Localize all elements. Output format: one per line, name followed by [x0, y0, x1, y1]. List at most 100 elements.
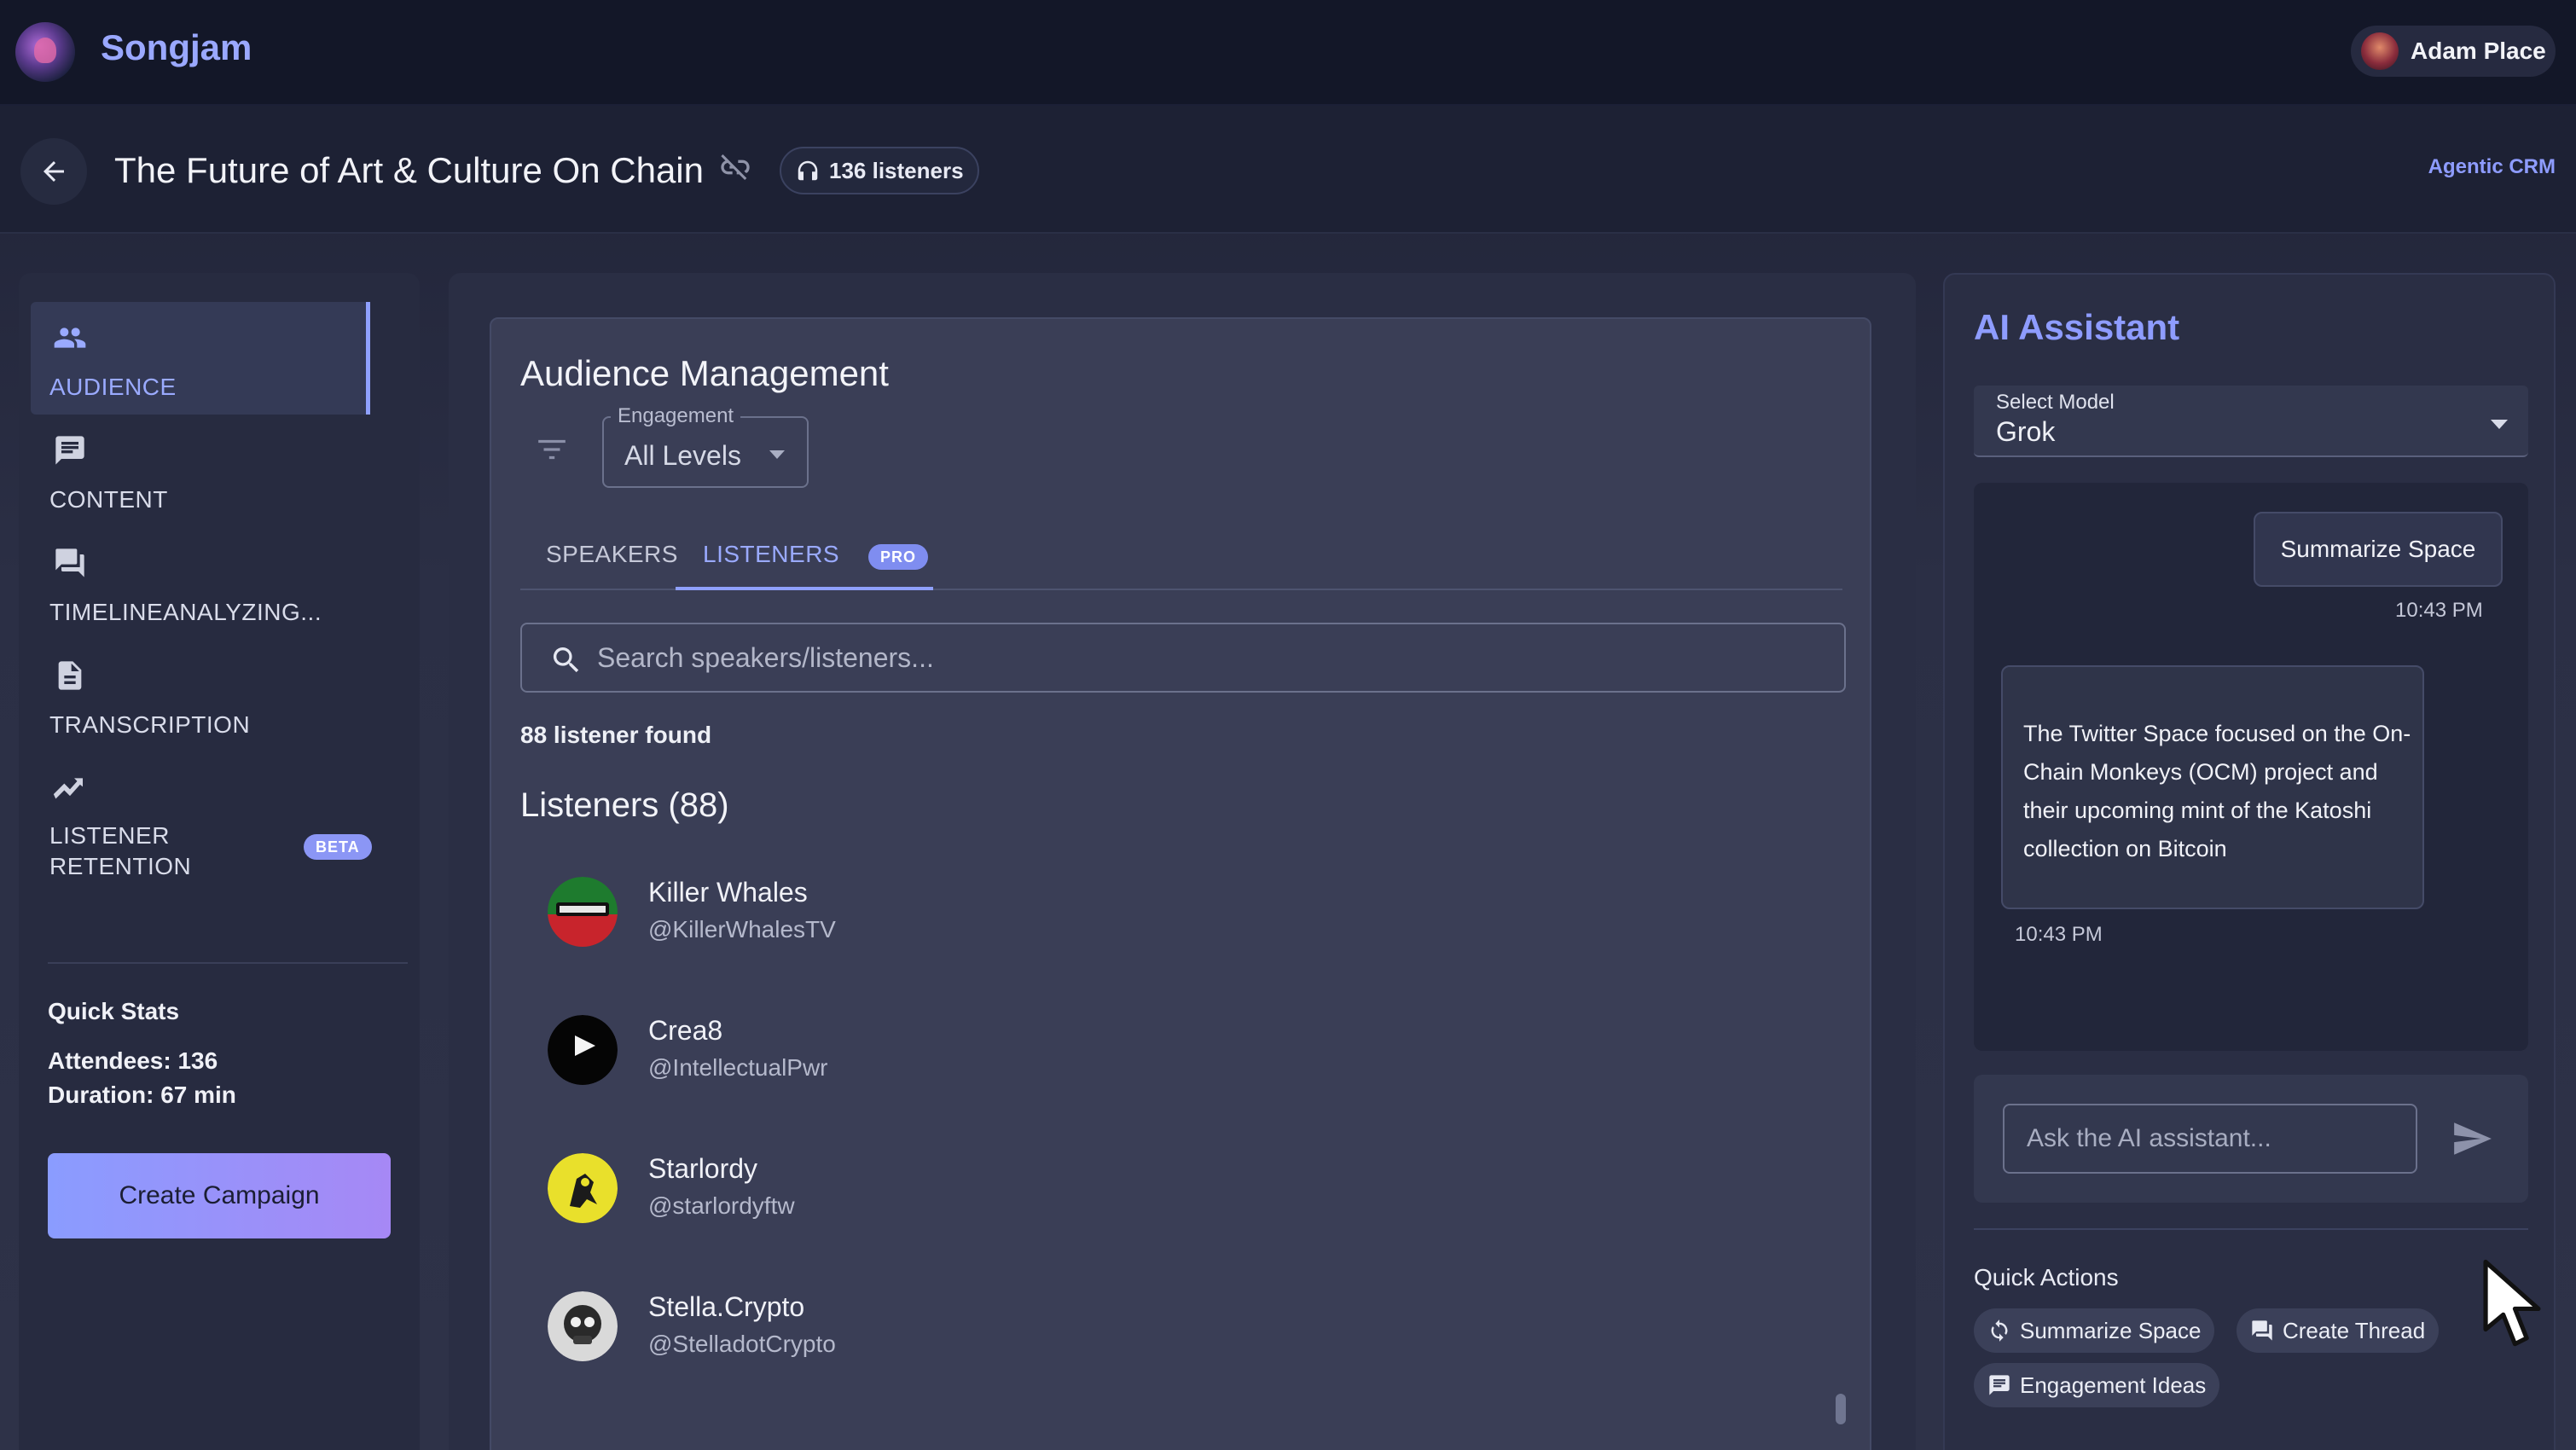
- mouse-cursor-icon: [2483, 1259, 2541, 1347]
- sidebar-item-label: TRANSCRIPTION: [49, 711, 251, 738]
- message-timestamp: 10:43 PM: [2395, 599, 2483, 622]
- ai-assistant-panel: AI Assistant Select Model Grok Summarize…: [1943, 273, 2556, 1450]
- quick-actions-title: Quick Actions: [1974, 1264, 2119, 1290]
- list-item[interactable]: Stella.Crypto @StelladotCrypto: [520, 1276, 1800, 1404]
- chevron-down-icon: [2491, 420, 2508, 429]
- filter-icon[interactable]: [536, 437, 568, 462]
- user-message: Summarize Space: [2254, 512, 2503, 587]
- engagement-value: All Levels: [624, 440, 741, 471]
- quick-action-create-thread-button[interactable]: Create Thread: [2237, 1308, 2440, 1353]
- quick-action-label: Engagement Ideas: [2020, 1372, 2207, 1398]
- top-bar: Songjam Adam Place: [0, 0, 2576, 106]
- list-item[interactable]: Starlordy @starlordyftw: [520, 1138, 1800, 1266]
- listeners-heading: Listeners (88): [520, 786, 729, 824]
- listener-name: Starlordy: [648, 1153, 758, 1184]
- songjam-logo-icon[interactable]: [15, 22, 75, 82]
- arrow-left-icon: [44, 161, 64, 182]
- avatar: [548, 1291, 618, 1361]
- sidebar-item-audience[interactable]: AUDIENCE: [31, 302, 370, 415]
- beta-badge: BETA: [304, 834, 372, 860]
- quick-stats-title: Quick Stats: [48, 998, 180, 1024]
- model-select-label: Select Model: [1996, 391, 2115, 414]
- app-name[interactable]: Songjam: [101, 27, 252, 68]
- listeners-count: 136 listeners: [829, 157, 964, 183]
- search-icon: [553, 647, 579, 673]
- search-field[interactable]: [520, 623, 1846, 693]
- user-menu[interactable]: Adam Place: [2351, 26, 2556, 77]
- listener-handle: @StelladotCrypto: [648, 1331, 836, 1357]
- search-input[interactable]: [597, 636, 1808, 679]
- comment-icon: [1989, 1375, 2010, 1395]
- page-header: The Future of Art & Culture On Chain 136…: [0, 106, 2576, 234]
- chat-input-area: [1974, 1075, 2528, 1203]
- link-off-icon[interactable]: [718, 150, 752, 184]
- listener-name: Killer Whales: [648, 877, 808, 908]
- thread-icon: [2252, 1320, 2272, 1341]
- sidebar-item-label: TIMELINEANALYZING...: [49, 599, 322, 625]
- active-tab-indicator: [676, 587, 933, 590]
- duration-stat: Duration: 67 min: [48, 1082, 236, 1108]
- starlordy-avatar-icon: [548, 1153, 618, 1223]
- sidebar: AUDIENCE CONTENT TIMELINEANALYZING... TR…: [19, 273, 420, 1450]
- ask-ai-input[interactable]: [2003, 1104, 2417, 1174]
- label-line2: RETENTION: [49, 853, 192, 879]
- label-line1: LISTENER: [49, 822, 170, 849]
- listener-handle: @KillerWhalesTV: [648, 916, 836, 942]
- sidebar-item-label: CONTENT: [49, 486, 168, 513]
- list-item[interactable]: Crea8 @IntellectualPwr: [520, 1000, 1800, 1128]
- back-button[interactable]: [20, 138, 87, 205]
- assistant-message-text: The Twitter Space focused on the On-Chai…: [2023, 721, 2411, 861]
- engagement-label: Engagement: [611, 404, 741, 428]
- listener-handle: @IntellectualPwr: [648, 1054, 828, 1081]
- listener-scrollbar[interactable]: [1834, 865, 1848, 1450]
- quick-action-engagement-ideas-button[interactable]: Engagement Ideas: [1974, 1363, 2220, 1407]
- listener-list: Killer Whales @KillerWhalesTV Crea8 @Int…: [520, 861, 1834, 1450]
- listener-name: Stella.Crypto: [648, 1291, 805, 1322]
- sidebar-item-label: LISTENER RETENTION: [49, 821, 191, 882]
- results-count: 88 listener found: [520, 722, 712, 748]
- refresh-icon: [1991, 1320, 2008, 1342]
- list-item[interactable]: Killer Whales @KillerWhalesTV: [520, 861, 1800, 989]
- engagement-select[interactable]: Engagement All Levels: [602, 404, 809, 488]
- headphones-icon: [798, 160, 818, 181]
- killer-whales-avatar-icon: [548, 877, 618, 947]
- quick-action-summarize-button[interactable]: Summarize Space: [1974, 1308, 2215, 1353]
- space-title: The Future of Art & Culture On Chain: [114, 150, 704, 190]
- user-avatar: [2361, 32, 2399, 70]
- document-icon: [58, 661, 82, 690]
- play-icon: [548, 1015, 618, 1085]
- create-campaign-button[interactable]: Create Campaign: [48, 1153, 391, 1238]
- model-select[interactable]: Select Model Grok: [1974, 386, 2528, 457]
- ai-assistant-title: AI Assistant: [1974, 307, 2180, 347]
- audience-title: Audience Management: [520, 353, 889, 393]
- divider: [48, 962, 408, 964]
- sidebar-item-content[interactable]: CONTENT: [31, 415, 370, 527]
- sidebar-item-timeline[interactable]: TIMELINEANALYZING...: [31, 527, 370, 640]
- assistant-message: The Twitter Space focused on the On-Chai…: [2001, 665, 2424, 909]
- sidebar-item-transcription[interactable]: TRANSCRIPTION: [31, 640, 370, 752]
- people-icon: [54, 328, 86, 348]
- avatar: [548, 1015, 618, 1085]
- trending-icon: [53, 778, 83, 799]
- pro-badge: PRO: [868, 544, 929, 570]
- divider: [1974, 1228, 2528, 1230]
- scrollbar-thumb[interactable]: [1836, 1394, 1846, 1424]
- attendees-stat: Attendees: 136: [48, 1047, 218, 1074]
- tab-listeners[interactable]: LISTENERS: [703, 541, 839, 568]
- app-root: Songjam Adam Place The Future of Art & C…: [0, 0, 2576, 1450]
- avatar: [548, 877, 618, 947]
- quick-action-label: Create Thread: [2283, 1317, 2426, 1343]
- agentic-crm-link[interactable]: Agentic CRM: [2428, 155, 2556, 179]
- avatar: [548, 1153, 618, 1223]
- sidebar-item-listener-retention[interactable]: LISTENER RETENTION BETA: [31, 752, 372, 882]
- model-select-value: Grok: [1996, 416, 2056, 447]
- stella-crypto-avatar-icon: [548, 1291, 618, 1361]
- listener-name: Crea8: [648, 1015, 723, 1046]
- audience-tabs: SPEAKERS LISTENERS PRO: [520, 532, 1842, 590]
- message-timestamp: 10:43 PM: [2015, 923, 2103, 946]
- send-icon[interactable]: [2450, 1117, 2494, 1160]
- tab-speakers[interactable]: SPEAKERS: [546, 541, 678, 568]
- quick-action-label: Summarize Space: [2020, 1317, 2202, 1343]
- user-name: Adam Place: [2411, 38, 2546, 64]
- forum-icon: [55, 548, 84, 577]
